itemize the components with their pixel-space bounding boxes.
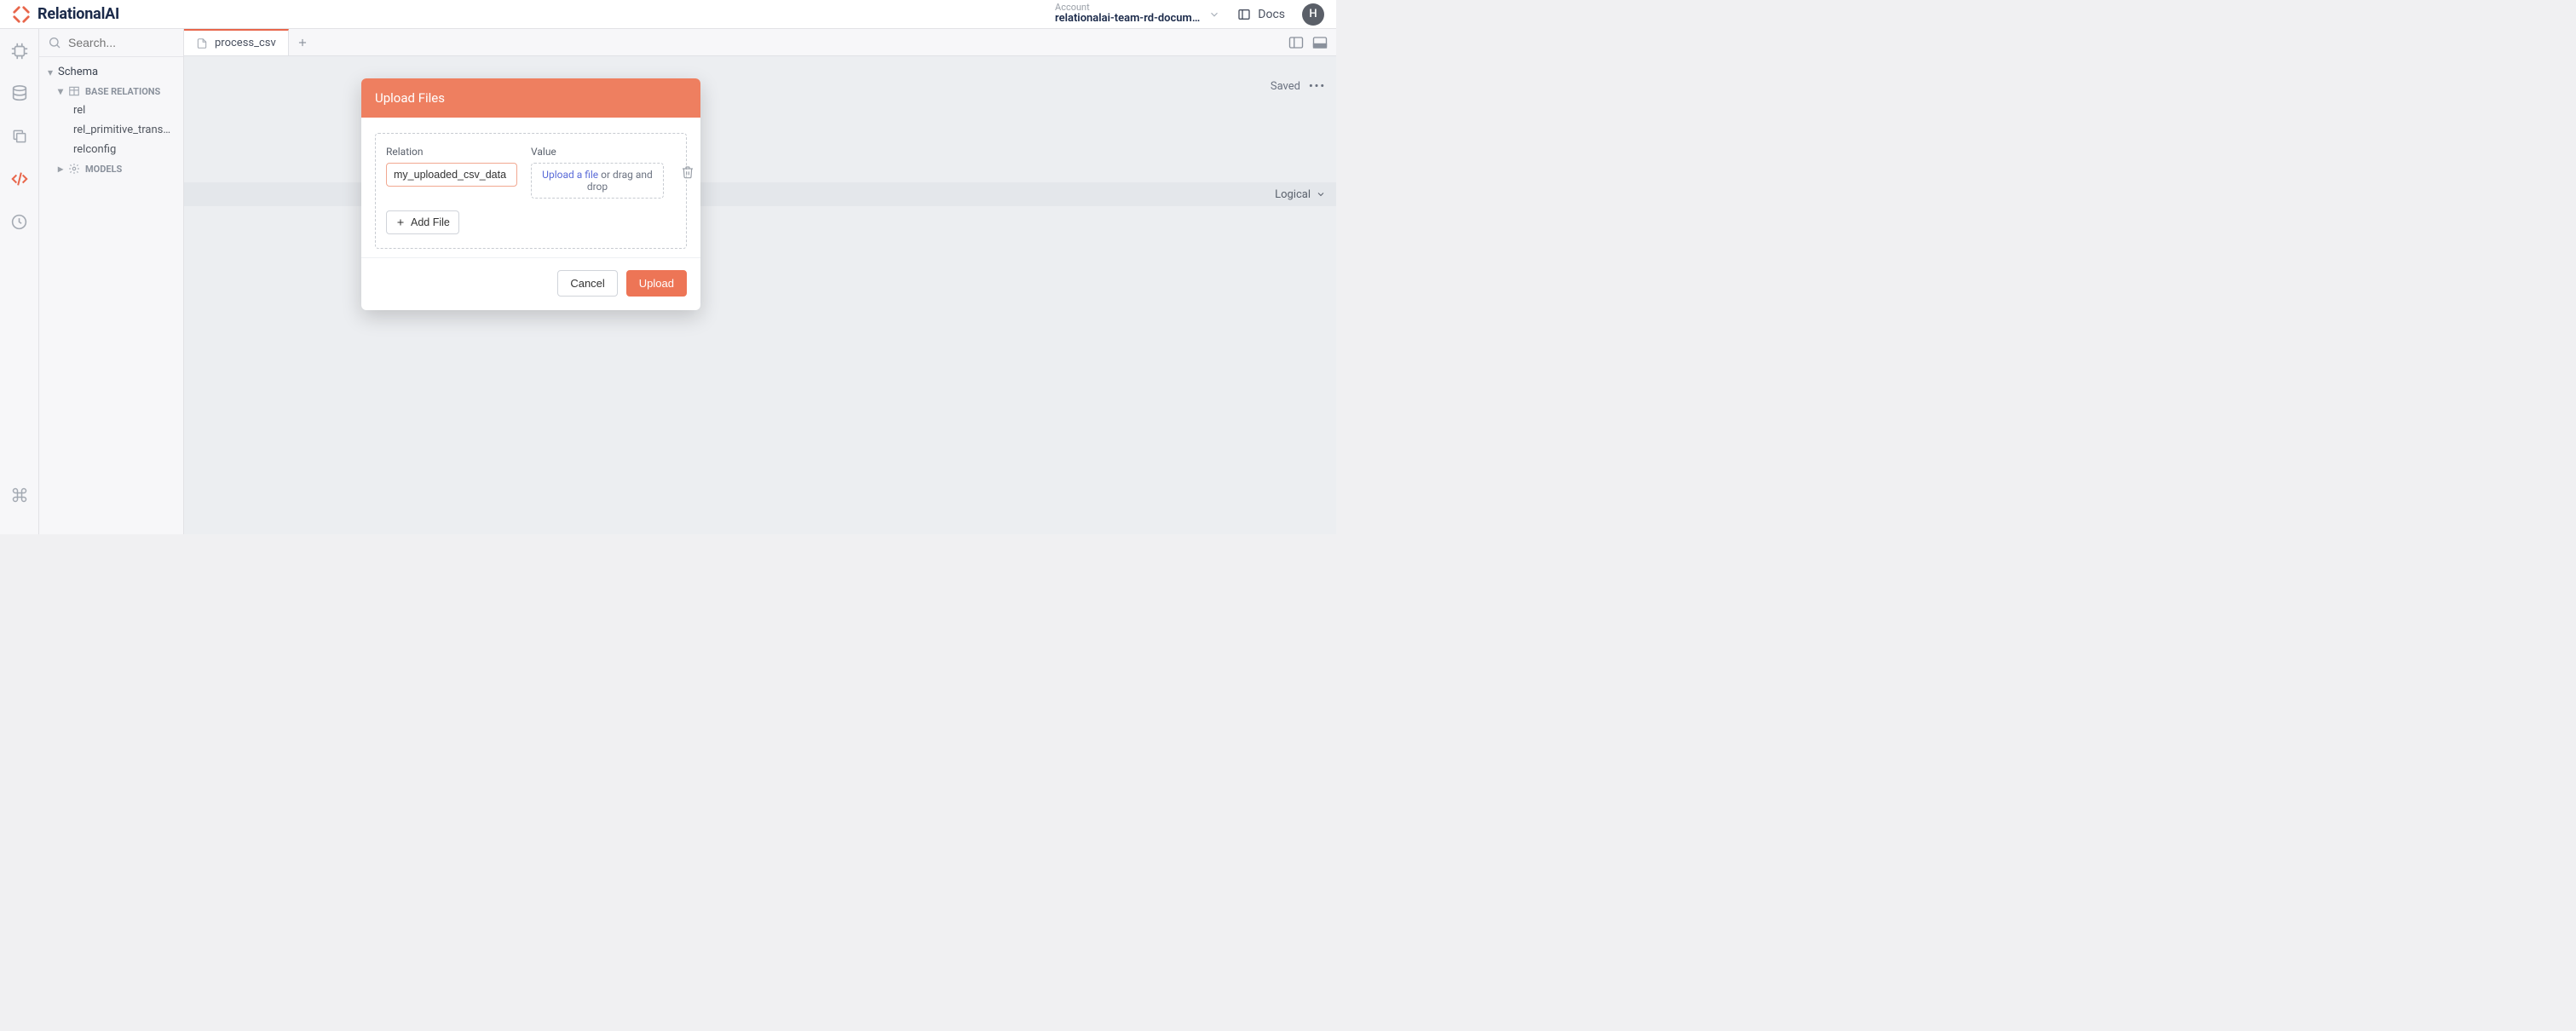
chevron-right-icon: ▸ [58, 163, 63, 175]
saved-label: Saved [1271, 80, 1300, 93]
models-label: MODELS [85, 164, 122, 175]
result-bar: Logical [184, 182, 1336, 206]
trash-icon[interactable] [681, 165, 694, 179]
add-file-button[interactable]: Add File [386, 210, 459, 234]
avatar-initial: H [1309, 8, 1317, 20]
clock-icon[interactable] [8, 210, 32, 233]
schema-label: Schema [58, 66, 98, 78]
account-value: relationalai-team-rd-docum… [1055, 13, 1200, 25]
docs-link[interactable]: Docs [1237, 8, 1285, 21]
relation-item[interactable]: rel [39, 101, 183, 120]
more-icon[interactable]: ••• [1309, 80, 1326, 93]
result-mode[interactable]: Logical [1275, 188, 1311, 201]
search-input[interactable] [68, 36, 175, 49]
schema-tree: ▾ Schema ▾ BASE RELATIONS rel rel_primit… [39, 57, 183, 183]
main-area: ▾ Schema ▾ BASE RELATIONS rel rel_primit… [0, 29, 1336, 534]
layout-side-icon[interactable] [1288, 36, 1304, 49]
docs-icon [1237, 8, 1251, 21]
upload-modal: Upload Files Relation Value Upload a fil… [361, 78, 700, 310]
keyboard-shortcuts-icon[interactable] [8, 483, 32, 507]
tab-process-csv[interactable]: process_csv [184, 29, 289, 55]
compute-icon[interactable] [8, 39, 32, 63]
icon-rail [0, 29, 39, 534]
docs-label: Docs [1258, 8, 1285, 21]
database-icon[interactable] [8, 82, 32, 106]
chevron-down-icon: ▾ [48, 66, 53, 78]
file-icon [196, 37, 208, 49]
brand-mark-icon [12, 5, 31, 24]
models-group[interactable]: ▸ MODELS [39, 159, 183, 178]
search-row [39, 29, 183, 57]
tab-label: process_csv [215, 37, 276, 49]
base-relations-group[interactable]: ▾ BASE RELATIONS [39, 82, 183, 101]
search-icon [48, 36, 61, 49]
chevron-down-icon[interactable] [1316, 189, 1326, 199]
upload-button[interactable]: Upload [626, 270, 687, 297]
brand-logo[interactable]: RelationalAI [12, 5, 119, 24]
table-icon [68, 85, 80, 97]
base-relations-label: BASE RELATIONS [85, 86, 160, 97]
copy-icon[interactable] [8, 124, 32, 148]
chevron-down-icon[interactable] [1208, 9, 1220, 20]
upload-link[interactable]: Upload a file [542, 169, 598, 181]
top-header: RelationalAI Account relationalai-team-r… [0, 0, 1336, 29]
layout-bottom-icon[interactable] [1312, 36, 1328, 49]
upload-card: Relation Value Upload a file or drag and… [375, 133, 687, 249]
cancel-button[interactable]: Cancel [557, 270, 617, 297]
chevron-down-icon: ▾ [58, 85, 63, 97]
code-icon[interactable] [8, 167, 32, 191]
relation-input[interactable] [386, 163, 517, 187]
add-tab-button[interactable] [289, 29, 316, 55]
brand-text: RelationalAI [37, 5, 119, 23]
models-icon [68, 163, 80, 175]
modal-title: Upload Files [361, 78, 700, 118]
relation-label: Relation [386, 146, 517, 158]
relation-item[interactable]: relconfig [39, 140, 183, 159]
editor-content: process_csv Saved ••• Logical [184, 29, 1336, 534]
value-label: Value [531, 146, 664, 158]
schema-section[interactable]: ▾ Schema [39, 62, 183, 82]
tab-bar: process_csv [184, 29, 1336, 56]
status-row: Saved ••• [1271, 80, 1326, 93]
avatar[interactable]: H [1302, 3, 1324, 26]
relation-item[interactable]: rel_primitive_transaction_edb [39, 120, 183, 140]
add-file-label: Add File [411, 216, 450, 228]
schema-panel: ▾ Schema ▾ BASE RELATIONS rel rel_primit… [39, 29, 184, 534]
pane-controls [1280, 29, 1336, 55]
account-label: Account [1055, 3, 1200, 13]
account-selector[interactable]: Account relationalai-team-rd-docum… [1055, 3, 1200, 25]
file-dropzone[interactable]: Upload a file or drag and drop [531, 163, 664, 199]
